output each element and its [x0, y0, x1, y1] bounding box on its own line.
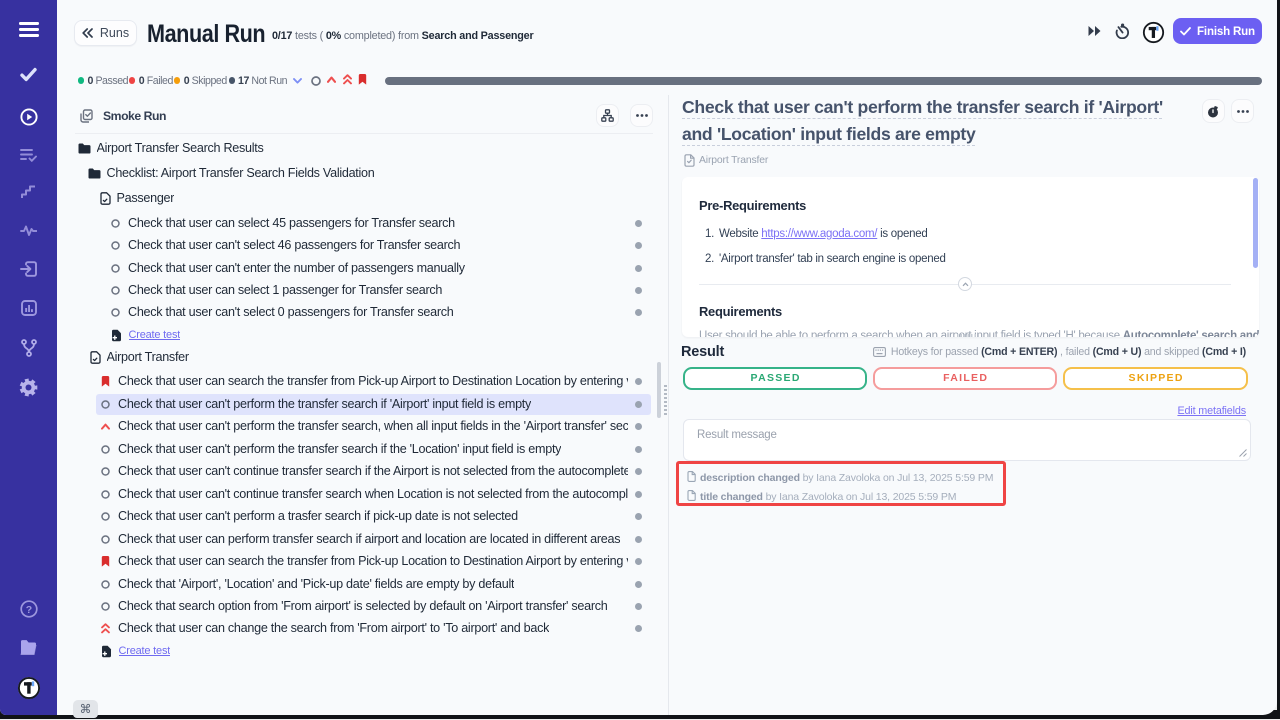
svg-text:?: ? [25, 604, 31, 616]
